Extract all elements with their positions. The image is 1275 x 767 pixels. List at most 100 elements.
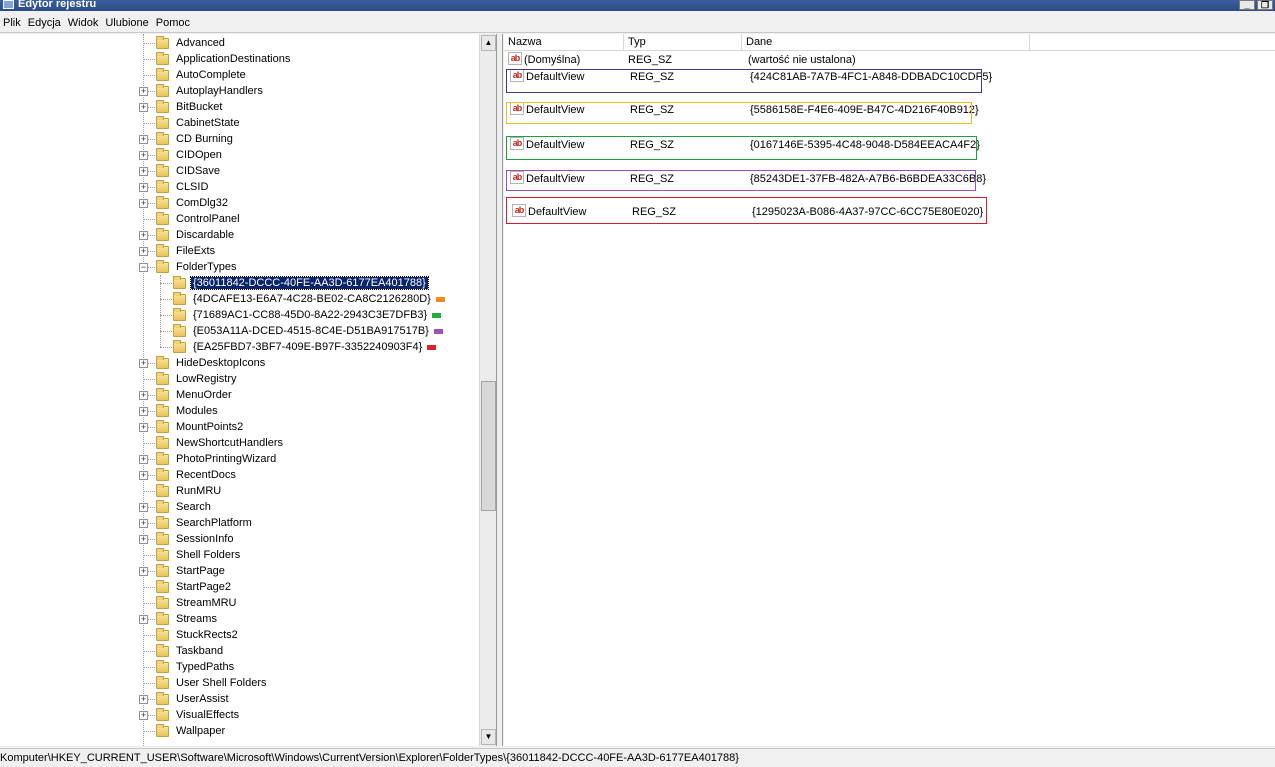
tree-item[interactable]: User Shell Folders [156, 675, 268, 691]
tree-item[interactable]: CLSID [156, 179, 210, 195]
tree-item-label: FolderTypes [176, 261, 237, 273]
values-list[interactable]: Nazwa Typ Dane ab (Domyślna) REG_SZ (wartoś… [504, 34, 1275, 746]
tree-item[interactable]: UserAssist [156, 691, 231, 707]
tree-item[interactable]: HideDesktopIcons [156, 355, 267, 371]
tree-item[interactable]: AutoplayHandlers [156, 83, 265, 99]
tree-item[interactable]: Modules [156, 403, 220, 419]
menu-pomoc[interactable]: Pomoc [153, 17, 194, 29]
expand-icon[interactable]: + [139, 183, 148, 192]
scroll-down-arrow-icon[interactable]: ▼ [481, 729, 496, 745]
expand-icon[interactable]: + [139, 103, 148, 112]
tree-item[interactable]: CIDOpen [156, 147, 224, 163]
menu-bar: Plik Edycja Widok Ulubione Pomoc [0, 13, 1275, 32]
column-header-data[interactable]: Dane [742, 34, 1030, 51]
tree-item[interactable]: Discardable [156, 227, 236, 243]
expand-icon[interactable]: + [139, 167, 148, 176]
column-header-type[interactable]: Typ [624, 34, 742, 51]
tree-item[interactable]: ComDlg32 [156, 195, 230, 211]
expand-icon[interactable]: + [139, 455, 148, 464]
expand-icon[interactable]: + [139, 471, 148, 480]
expand-icon[interactable]: + [139, 135, 148, 144]
expand-icon[interactable]: + [139, 231, 148, 240]
pane-splitter[interactable] [497, 34, 503, 746]
tree-item[interactable]: FolderTypes [156, 259, 239, 275]
tree-connector [160, 315, 172, 316]
folder-icon [156, 163, 169, 177]
tree-item[interactable]: Taskband [156, 643, 225, 659]
expand-icon[interactable]: + [139, 695, 148, 704]
expand-icon[interactable]: + [139, 391, 148, 400]
tree-item[interactable]: Search [156, 499, 213, 515]
menu-ulubione[interactable]: Ulubione [102, 17, 152, 29]
expand-icon[interactable]: + [139, 247, 148, 256]
expand-icon[interactable]: + [139, 519, 148, 528]
expand-icon[interactable]: + [139, 199, 148, 208]
tree-item[interactable]: SessionInfo [156, 531, 235, 547]
expand-icon[interactable]: + [139, 407, 148, 416]
expand-icon[interactable]: + [139, 615, 148, 624]
tree-item-label: CIDOpen [176, 149, 222, 161]
tree-item[interactable]: CD Burning [156, 131, 235, 147]
tree-item[interactable]: CIDSave [156, 163, 222, 179]
tree-item[interactable]: StuckRects2 [156, 627, 240, 643]
tree-item[interactable]: StartPage [156, 563, 227, 579]
scroll-up-arrow-icon[interactable]: ▲ [481, 35, 496, 51]
tree-item[interactable]: LowRegistry [156, 371, 239, 387]
tree-item[interactable]: MenuOrder [156, 387, 234, 403]
restore-button[interactable]: ❐ [1257, 0, 1273, 10]
tree-item-label: FileExts [176, 245, 216, 257]
tree-item[interactable]: RecentDocs [156, 467, 238, 483]
tree-item[interactable]: NewShortcutHandlers [156, 435, 285, 451]
menu-plik[interactable]: Plik [0, 17, 25, 29]
tree-item-label: Taskband [176, 645, 224, 657]
scroll-thumb[interactable] [481, 381, 496, 511]
expand-icon[interactable]: + [139, 535, 148, 544]
tree-subkey[interactable]: {E053A11A-DCED-4515-8C4E-D51BA917517B} [173, 323, 443, 339]
menu-edycja[interactable]: Edycja [25, 17, 65, 29]
tree-item[interactable]: Wallpaper [156, 723, 227, 739]
tree-item[interactable]: Streams [156, 611, 219, 627]
tree-item[interactable]: StreamMRU [156, 595, 239, 611]
tree-item[interactable]: Advanced [156, 35, 227, 51]
tree-subkey[interactable]: {4DCAFE13-E6A7-4C28-BE02-CA8C2126280D} [173, 291, 445, 307]
tree-scrollbar[interactable]: ▲ ▼ [479, 34, 496, 746]
tree-item[interactable]: StartPage2 [156, 579, 233, 595]
tree-item-label: LowRegistry [176, 373, 237, 385]
tree-subkey[interactable]: {EA25FBD7-3BF7-409E-B97F-3352240903F4} [173, 339, 437, 355]
expand-icon[interactable]: + [139, 503, 148, 512]
tree-item[interactable]: TypedPaths [156, 659, 236, 675]
collapse-icon[interactable]: − [139, 263, 148, 272]
menu-widok[interactable]: Widok [65, 17, 103, 29]
tree-item[interactable]: Shell Folders [156, 547, 242, 563]
registry-tree[interactable]: Advanced ApplicationDestinations AutoCompl… [0, 34, 497, 746]
expand-icon[interactable]: + [139, 359, 148, 368]
tree-item-label: Modules [176, 405, 218, 417]
registry-value-row[interactable]: ab (Domyślna) REG_SZ (wartość nie ustalona) [504, 52, 1275, 69]
tree-item[interactable]: VisualEffects [156, 707, 241, 723]
tree-item[interactable]: FileExts [156, 243, 217, 259]
tree-item[interactable]: ApplicationDestinations [156, 51, 292, 67]
expand-icon[interactable]: + [139, 423, 148, 432]
expand-icon[interactable]: + [139, 87, 148, 96]
expand-icon[interactable]: + [139, 567, 148, 576]
expand-icon[interactable]: + [139, 711, 148, 720]
tree-subkey[interactable]: {71689AC1-CC88-45D0-8A22-2943C3E7DFB3} [173, 307, 442, 323]
tree-item[interactable]: SearchPlatform [156, 515, 254, 531]
string-value-icon: ab [508, 52, 522, 65]
tree-connector [144, 587, 155, 588]
column-header-name[interactable]: Nazwa [504, 34, 624, 51]
tree-item[interactable]: ControlPanel [156, 211, 242, 227]
tree-subkey[interactable]: {36011842-DCCC-40FE-AA3D-6177EA401788} [173, 275, 429, 291]
folder-icon [156, 35, 169, 49]
expand-icon[interactable]: + [139, 151, 148, 160]
folder-icon [156, 611, 169, 625]
tree-item[interactable]: MountPoints2 [156, 419, 245, 435]
minimize-button[interactable]: _ [1239, 0, 1255, 10]
tree-subkey-label: {EA25FBD7-3BF7-409E-B97F-3352240903F4} [193, 341, 423, 353]
tree-item[interactable]: BitBucket [156, 99, 224, 115]
folder-icon [156, 371, 169, 385]
tree-item[interactable]: PhotoPrintingWizard [156, 451, 278, 467]
tree-item[interactable]: CabinetState [156, 115, 242, 131]
tree-item[interactable]: AutoComplete [156, 67, 248, 83]
tree-item[interactable]: RunMRU [156, 483, 223, 499]
